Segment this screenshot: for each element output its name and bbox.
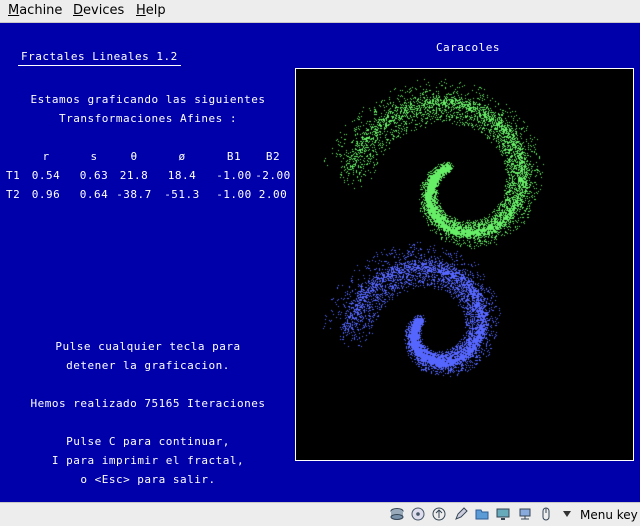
hard-disk-icon[interactable] <box>390 507 404 521</box>
program-title-text: Fractales Lineales 1.2 <box>21 50 178 63</box>
menu-help[interactable]: Help <box>136 3 166 18</box>
host-key-label: Menu key <box>580 508 638 522</box>
network-icon[interactable] <box>518 507 532 521</box>
mouse-icon[interactable] <box>539 507 553 521</box>
table-cell: 0.63 <box>79 169 109 182</box>
status-bar: Menu key <box>0 502 640 526</box>
table-cell: -2.00 <box>255 169 291 182</box>
table-header-r: r <box>42 150 50 163</box>
menu-bar: Machine Devices Help <box>0 0 640 23</box>
fractal-canvas-frame <box>295 68 634 461</box>
table-header-s: s <box>90 150 98 163</box>
arrow-down-icon[interactable] <box>560 507 574 521</box>
continue-line-1: Pulse C para continuar, <box>66 435 230 448</box>
table-header-phi: ø <box>178 150 186 163</box>
table-row-label: T2 <box>6 188 21 201</box>
stop-line-2: detener la graficacion. <box>66 359 230 372</box>
table-cell: -38.7 <box>116 188 152 201</box>
table-cell: -51.3 <box>164 188 200 201</box>
intro-line-1: Estamos graficando las siguientes <box>30 93 266 106</box>
stop-line-1: Pulse cualquier tecla para <box>55 340 241 353</box>
fractal-canvas <box>296 69 633 460</box>
menu-devices[interactable]: Devices <box>73 3 124 18</box>
display-icon[interactable] <box>496 507 510 521</box>
menu-machine[interactable]: Machine <box>8 3 62 18</box>
table-cell: 21.8 <box>119 169 149 182</box>
table-header-b1: B1 <box>226 150 242 163</box>
table-header-b2: B2 <box>265 150 281 163</box>
pencil-icon[interactable] <box>454 507 468 521</box>
intro-line-2: Transformaciones Afines : <box>58 112 238 125</box>
optical-drive-icon[interactable] <box>411 507 425 521</box>
iterations-line: Hemos realizado 75165 Iteraciones <box>30 397 266 410</box>
table-cell: -1.00 <box>216 188 252 201</box>
continue-line-3: o <Esc> para salir. <box>80 473 216 486</box>
folder-icon[interactable] <box>475 507 489 521</box>
table-header-theta: θ <box>130 150 138 163</box>
program-title: Fractales Lineales 1.2 <box>18 50 181 66</box>
table-cell: 0.64 <box>79 188 109 201</box>
fractal-title: Caracoles <box>435 41 501 54</box>
table-cell: -1.00 <box>216 169 252 182</box>
continue-line-2: I para imprimir el fractal, <box>51 454 245 467</box>
table-cell: 0.96 <box>31 188 61 201</box>
dos-screen: Fractales Lineales 1.2 Estamos graficand… <box>0 23 640 502</box>
table-cell: 2.00 <box>258 188 288 201</box>
usb-icon[interactable] <box>432 507 446 521</box>
table-row-label: T1 <box>6 169 21 182</box>
table-cell: 0.54 <box>31 169 61 182</box>
table-cell: 18.4 <box>167 169 197 182</box>
